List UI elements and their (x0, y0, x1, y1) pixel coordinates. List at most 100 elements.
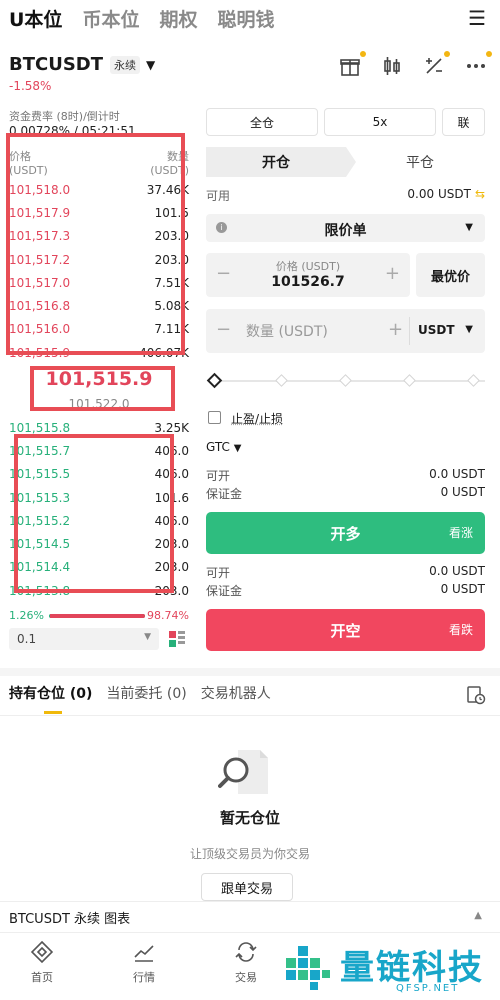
notification-dot (486, 51, 492, 57)
symbol-selector[interactable]: BTCUSDT 永续 ▼ (9, 54, 155, 75)
nav-trade-label: 交易 (235, 971, 257, 984)
chart-bar-label: BTCUSDT 永续 图表 (9, 912, 131, 927)
section-divider (0, 668, 500, 676)
short-max-open: 可开 0.0 USDT (206, 564, 485, 582)
tab-separator (0, 715, 500, 716)
price-input-value: 101526.7 (271, 274, 345, 290)
margin-value: 0 USDT (440, 582, 485, 596)
transfer-icon[interactable]: ⇆ (475, 187, 485, 201)
watermark-text: 量链科技 (340, 948, 484, 988)
price-input-label: 价格 (USDT) (275, 260, 341, 273)
empty-search-document-icon (218, 750, 268, 794)
nav-markets-label: 行情 (133, 971, 155, 984)
tab-close[interactable]: 平仓 (355, 147, 485, 177)
tab-options[interactable]: 期权 (159, 5, 197, 32)
margin-label: 保证金 (206, 584, 243, 598)
time-in-force-value: GTC (206, 440, 230, 454)
tab-trading-bots[interactable]: 交易机器人 (201, 683, 271, 711)
ratio-bar (49, 614, 145, 618)
chevron-down-icon: ▼ (146, 57, 156, 72)
available-label: 可用 (206, 189, 231, 203)
time-in-force-select[interactable]: GTC ▼ (206, 440, 485, 454)
leverage-button[interactable]: 5x (324, 108, 436, 136)
divider (409, 317, 410, 345)
order-type-select[interactable]: i 限价单 ▼ (206, 214, 485, 242)
positions-tabs: 持有仓位 (0) 当前委托 (0) 交易机器人 (9, 683, 489, 711)
notification-dot (360, 51, 366, 57)
slider-handle[interactable] (206, 372, 223, 389)
position-settings: 全仓 5x 联 (206, 108, 485, 136)
copy-trading-button[interactable]: 跟单交易 (201, 873, 293, 901)
tab-open[interactable]: 开仓 (206, 147, 346, 177)
quantity-placeholder: 数量 (USDT) (246, 324, 328, 340)
sell-ratio: 98.74% (147, 609, 189, 622)
calculator-icon[interactable] (422, 51, 450, 78)
active-tab-indicator (44, 711, 62, 714)
watermark-logo: 量链科技 QFSP.NET (278, 938, 500, 998)
nav-markets[interactable]: 行情 (114, 941, 174, 985)
chart-bar[interactable]: BTCUSDT 永续 图表 ▲ (0, 901, 500, 931)
slider-tick[interactable] (467, 374, 480, 387)
quantity-input[interactable]: − 数量 (USDT) + USDT ▼ (206, 309, 485, 353)
order-history-icon[interactable] (466, 685, 486, 705)
qty-increment-button[interactable]: + (388, 319, 403, 340)
price-input[interactable]: − 价格 (USDT) 101526.7 + (206, 253, 410, 297)
asset-mode-button[interactable]: 联 (442, 108, 485, 136)
buy-ratio: 1.26% (9, 609, 44, 622)
more-icon[interactable] (464, 51, 492, 78)
depth-step-value: 0.1 (17, 632, 37, 646)
tab-holdings[interactable]: 持有仓位 (0) (9, 683, 92, 711)
watermark-domain: QFSP.NET (396, 983, 460, 994)
best-price-button[interactable]: 最优价 (416, 253, 485, 297)
nav-home-label: 首页 (31, 971, 53, 984)
slider-tick[interactable] (275, 374, 288, 387)
quantity-slider[interactable] (206, 372, 485, 389)
qty-decrement-button[interactable]: − (216, 319, 231, 340)
caret-down-icon: ▼ (465, 222, 473, 233)
tab-coin-margined[interactable]: 币本位 (82, 5, 139, 32)
orderbook-layout-icon[interactable] (168, 630, 186, 648)
open-short-button[interactable]: 开空 看跌 (206, 609, 485, 651)
quantity-unit[interactable]: USDT (418, 323, 455, 337)
sell-ratio-bar (50, 614, 145, 618)
slider-tick[interactable] (339, 374, 352, 387)
annotation-box-asks (6, 133, 185, 355)
caret-down-icon: ▼ (233, 443, 242, 454)
margin-value: 0 USDT (440, 485, 485, 499)
trade-exchange-icon (235, 942, 257, 962)
margin-label: 保证金 (206, 487, 243, 501)
menu-icon[interactable]: ☰ (468, 6, 486, 30)
available-value: 0.00 USDT (407, 187, 471, 201)
tpsl-toggle[interactable]: 止盈/止损 (206, 410, 485, 426)
annotation-box-last-price (30, 366, 175, 411)
candlestick-icon[interactable] (380, 54, 404, 78)
open-close-toggle: 开仓 平仓 (206, 147, 485, 177)
tab-smart-money[interactable]: 聪明钱 (217, 5, 274, 32)
slider-tick[interactable] (403, 374, 416, 387)
bid-price: 101,515.8 (9, 420, 71, 435)
bearish-label: 看跌 (448, 623, 473, 637)
home-logo-icon (31, 941, 53, 963)
tab-open-orders[interactable]: 当前委托 (0) (106, 683, 186, 711)
caret-down-icon: ▼ (465, 324, 473, 335)
depth-step-select[interactable]: 0.1 ▼ (9, 628, 159, 650)
tab-u-margined[interactable]: U本位 (9, 5, 62, 32)
bid-qty: 3.25K (154, 420, 189, 435)
available-balance: 可用 0.00 USDT ⇆ (206, 187, 485, 203)
tpsl-checkbox[interactable] (208, 411, 221, 424)
symbol-name: BTCUSDT (9, 54, 104, 75)
gift-icon[interactable] (338, 51, 366, 78)
open-short-label: 开空 (330, 622, 361, 640)
max-open-value: 0.0 USDT (429, 564, 485, 578)
max-open-value: 0.0 USDT (429, 467, 485, 481)
short-margin: 保证金 0 USDT (206, 582, 485, 600)
max-open-label: 可开 (206, 469, 231, 483)
open-long-button[interactable]: 开多 看涨 (206, 512, 485, 554)
annotation-box-bids (14, 434, 174, 593)
margin-mode-button[interactable]: 全仓 (206, 108, 318, 136)
nav-home[interactable]: 首页 (12, 941, 72, 985)
caret-up-icon[interactable]: ▲ (474, 910, 482, 921)
chart-trend-icon (134, 945, 154, 962)
price-increment-button[interactable]: + (385, 263, 400, 284)
nav-trade[interactable]: 交易 (216, 941, 276, 985)
